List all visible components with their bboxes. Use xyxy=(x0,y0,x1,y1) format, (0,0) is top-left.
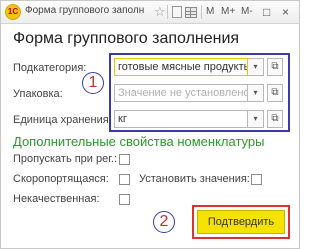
skip-on-reg-label: Пропускать при рег.: xyxy=(13,153,118,165)
restore-window-icon[interactable]: □ xyxy=(263,3,270,21)
memory-plus-button[interactable]: M+ xyxy=(221,3,235,21)
substandard-label: Некачественная: xyxy=(13,193,100,205)
package-label: Упаковка: xyxy=(13,88,63,100)
confirm-button[interactable]: Подтвердить xyxy=(197,210,285,234)
annotation-box-1 xyxy=(109,53,290,132)
form-window: 1С Форма группового заполн ☆ M M+ M- □ ×… xyxy=(0,0,300,249)
skip-on-reg-checkbox[interactable] xyxy=(119,154,130,165)
close-window-icon[interactable]: × xyxy=(282,3,289,21)
app-logo-icon: 1С xyxy=(5,4,21,20)
storage-unit-label: Единица хранения: xyxy=(13,114,112,126)
annotation-number-1: 1 xyxy=(82,72,104,94)
perishable-label: Скоропортящаяся: xyxy=(13,173,109,185)
perishable-checkbox[interactable] xyxy=(119,174,130,185)
form-title: Форма группового заполнения xyxy=(13,30,240,47)
toolbar-divider xyxy=(201,5,202,19)
title-bar: 1С Форма группового заполн ☆ M M+ M- □ × xyxy=(1,1,299,24)
memory-button[interactable]: M xyxy=(206,3,214,21)
favorite-star-icon[interactable]: ☆ xyxy=(154,3,166,21)
set-values-label: Установить значения: xyxy=(139,173,250,185)
document-icon[interactable] xyxy=(172,6,182,18)
toolbar-divider xyxy=(167,5,168,19)
memory-minus-button[interactable]: M- xyxy=(241,3,253,21)
table-icon[interactable] xyxy=(185,7,197,18)
subcategory-label: Подкатегория: xyxy=(13,62,87,74)
set-values-checkbox[interactable] xyxy=(251,174,262,185)
substandard-checkbox[interactable] xyxy=(119,194,130,205)
window-title: Форма группового заполн xyxy=(25,5,145,16)
additional-properties-title: Дополнительные свойства номенклатуры xyxy=(13,134,265,149)
annotation-number-2: 2 xyxy=(153,211,175,233)
